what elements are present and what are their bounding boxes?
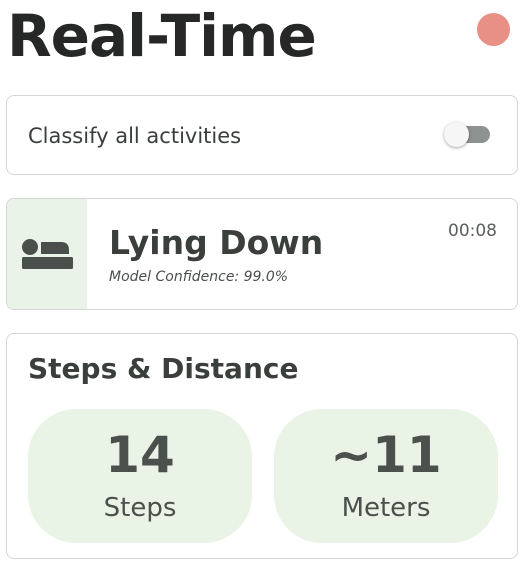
page-title: Real-Time [7, 2, 317, 70]
model-confidence: Model Confidence: 99.0% [109, 269, 289, 285]
classify-all-label: Classify all activities [28, 124, 242, 148]
toggle-knob [444, 122, 469, 147]
activity-icon-container [7, 199, 87, 309]
classify-all-toggle[interactable] [444, 122, 492, 148]
current-activity-card: Lying Down Model Confidence: 99.0% 00:08 [6, 198, 518, 310]
distance-stat: ~11 Meters [274, 409, 498, 543]
distance-unit: Meters [341, 493, 431, 523]
activity-timer: 00:08 [448, 221, 497, 241]
classify-all-card: Classify all activities [6, 95, 518, 175]
bed-icon [22, 239, 73, 269]
recording-status-indicator [477, 13, 510, 46]
steps-value: 14 [105, 426, 175, 484]
steps-stat: 14 Steps [28, 409, 252, 543]
steps-distance-card: Steps & Distance 14 Steps ~11 Meters [6, 333, 518, 559]
distance-value: ~11 [330, 426, 442, 484]
steps-unit: Steps [103, 493, 177, 523]
activity-name: Lying Down [109, 223, 324, 262]
steps-distance-title: Steps & Distance [28, 352, 299, 385]
